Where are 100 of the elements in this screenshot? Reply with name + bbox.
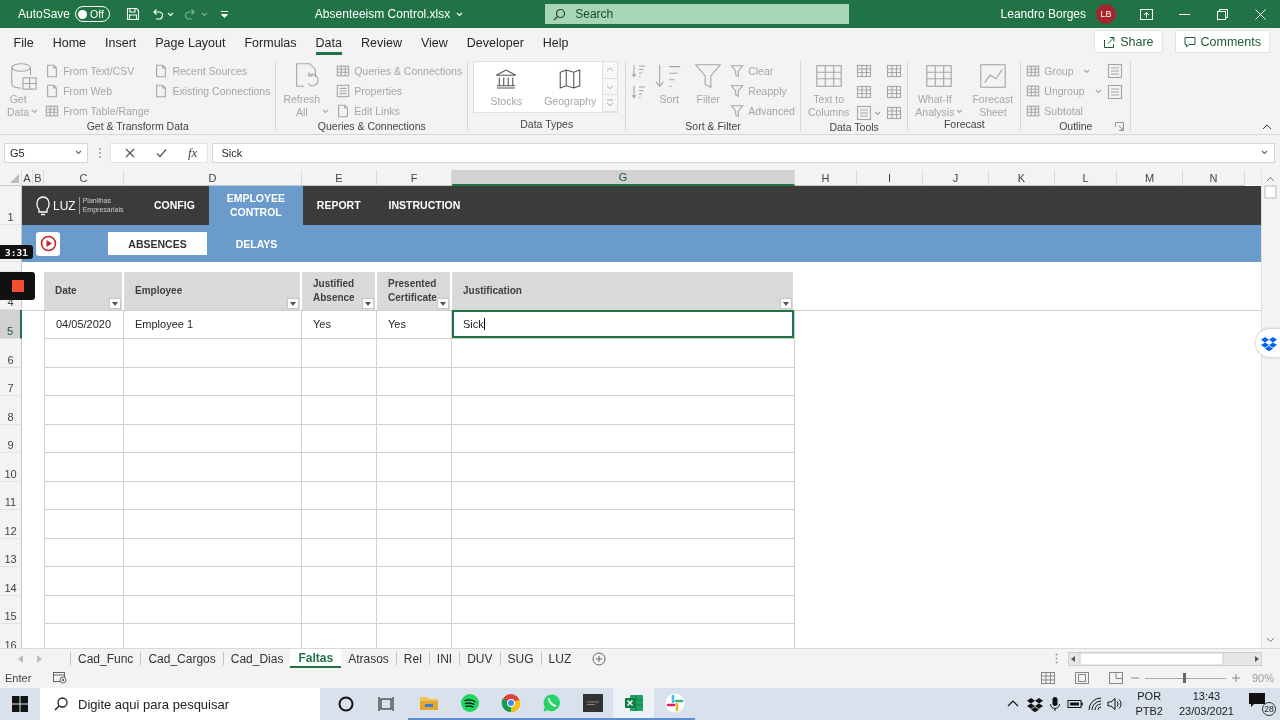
name-box[interactable]: G5 <box>4 142 88 163</box>
table-cell[interactable] <box>377 367 452 396</box>
sheet-tab[interactable]: INI <box>428 652 460 665</box>
page-break-icon[interactable] <box>1108 672 1123 684</box>
page-layout-icon[interactable] <box>1074 672 1089 684</box>
table-cell[interactable] <box>124 339 302 368</box>
dialog-launcher-icon[interactable] <box>1115 122 1125 131</box>
table-cell[interactable] <box>452 567 795 596</box>
table-cell[interactable]: Yes <box>377 310 452 339</box>
table-cell[interactable] <box>302 367 377 396</box>
table-cell[interactable] <box>377 453 452 482</box>
row-header[interactable]: 7 <box>0 367 22 396</box>
table-cell[interactable] <box>124 424 302 453</box>
table-cell[interactable] <box>44 510 124 539</box>
table-cell[interactable] <box>124 595 302 624</box>
ribbon-tab[interactable]: Developer <box>466 33 524 55</box>
row-header[interactable]: 12 <box>0 510 22 539</box>
table-cell[interactable] <box>302 396 377 425</box>
table-cell[interactable] <box>302 453 377 482</box>
horizontal-scrollbar[interactable] <box>1068 651 1262 666</box>
file-name[interactable]: Absenteeism Control.xlsx <box>314 7 451 21</box>
table-cell[interactable] <box>124 567 302 596</box>
table-cell[interactable] <box>377 339 452 368</box>
column-header[interactable]: I <box>857 170 923 186</box>
table-cell[interactable] <box>377 396 452 425</box>
row-header[interactable]: 11 <box>0 481 22 510</box>
ribbon-tab[interactable]: View <box>420 33 448 55</box>
column-header[interactable]: F <box>377 170 452 186</box>
insert-function-button[interactable]: fx <box>188 144 198 161</box>
table-cell[interactable] <box>302 339 377 368</box>
table-cell[interactable] <box>44 339 124 368</box>
ribbon-tab[interactable]: Page Layout <box>155 33 226 55</box>
filter-button[interactable] <box>362 298 374 309</box>
row-header[interactable]: 1 <box>0 186 22 225</box>
table-cell[interactable] <box>452 367 795 396</box>
scroll-left-icon[interactable] <box>18 654 24 663</box>
zoom-in-icon[interactable] <box>1231 674 1240 682</box>
search-field[interactable]: Search <box>545 4 850 24</box>
comments-button[interactable]: Comments <box>1174 30 1270 53</box>
nav-tab[interactable]: REPORT <box>302 186 375 225</box>
ribbon-tab[interactable]: Formulas <box>244 33 297 55</box>
circle-icon[interactable] <box>338 696 354 712</box>
zoom-out-icon[interactable] <box>1130 674 1139 682</box>
formula-field[interactable]: Sick <box>212 142 1275 163</box>
sheet-tab[interactable]: DUV <box>459 652 500 665</box>
table-cell[interactable] <box>44 481 124 510</box>
sheet-tab[interactable]: Cad_Func <box>70 652 141 665</box>
column-header[interactable]: D <box>124 170 302 186</box>
clock[interactable]: 13:43 23/03/2021 <box>1178 689 1234 719</box>
table-cell[interactable] <box>452 453 795 482</box>
table-cell[interactable] <box>302 567 377 596</box>
volume-icon[interactable] <box>1107 696 1124 712</box>
taskbar-button[interactable] <box>613 688 654 720</box>
table-cell[interactable] <box>44 567 124 596</box>
keyboard-language[interactable]: POR PTB2 <box>1135 689 1163 719</box>
user-avatar[interactable]: LB <box>1096 4 1116 24</box>
stop-recording-toast[interactable] <box>0 272 35 300</box>
select-all-button[interactable] <box>0 170 22 186</box>
taskbar-search-field[interactable]: Digite aqui para pesquisar <box>40 688 320 720</box>
normal-view-icon[interactable] <box>1040 672 1055 684</box>
macro-record-icon[interactable] <box>53 672 68 684</box>
nav-tab[interactable]: CONFIG <box>140 186 209 225</box>
table-cell[interactable] <box>377 538 452 567</box>
task-view-icon[interactable] <box>378 696 394 712</box>
filter-button[interactable] <box>109 298 121 309</box>
table-cell[interactable]: Yes <box>302 310 377 339</box>
new-sheet-icon[interactable] <box>592 651 607 666</box>
table-cell[interactable]: Sick <box>452 310 795 339</box>
table-cell[interactable] <box>452 339 795 368</box>
close-icon[interactable] <box>1255 8 1266 20</box>
table-cell[interactable] <box>302 510 377 539</box>
row-header[interactable]: 10 <box>0 453 22 482</box>
sheet-tab[interactable]: Atrasos <box>341 652 396 665</box>
row-header[interactable]: 14 <box>0 567 22 596</box>
nav-tab[interactable]: INSTRUCTION <box>374 186 475 225</box>
table-cell[interactable] <box>452 396 795 425</box>
sheet-tab[interactable]: Faltas <box>290 649 342 668</box>
save-icon[interactable] <box>125 7 140 21</box>
ribbon-display-icon[interactable] <box>1140 8 1153 20</box>
row-header[interactable]: 13 <box>0 538 22 567</box>
column-header[interactable]: J <box>923 170 989 186</box>
column-header[interactable]: G <box>452 170 795 186</box>
scroll-right-icon[interactable] <box>36 654 42 663</box>
floating-widget[interactable] <box>1256 329 1280 357</box>
table-cell[interactable] <box>44 595 124 624</box>
slider-thumb[interactable] <box>1182 673 1186 683</box>
table-cell[interactable] <box>377 424 452 453</box>
customize-icon[interactable] <box>219 9 229 19</box>
column-header[interactable]: E <box>302 170 377 186</box>
column-header[interactable]: M <box>1117 170 1183 186</box>
notification-icon[interactable] <box>1248 692 1266 708</box>
collapse-ribbon-icon[interactable] <box>1262 124 1272 130</box>
table-cell[interactable] <box>302 595 377 624</box>
cancel-icon[interactable] <box>125 147 135 158</box>
table-cell[interactable] <box>302 481 377 510</box>
box-icon[interactable] <box>1027 696 1044 712</box>
row-header[interactable]: 8 <box>0 396 22 425</box>
row-header[interactable]: 9 <box>0 424 22 453</box>
table-cell[interactable]: 04/05/2020 <box>44 310 124 339</box>
table-cell[interactable] <box>452 424 795 453</box>
